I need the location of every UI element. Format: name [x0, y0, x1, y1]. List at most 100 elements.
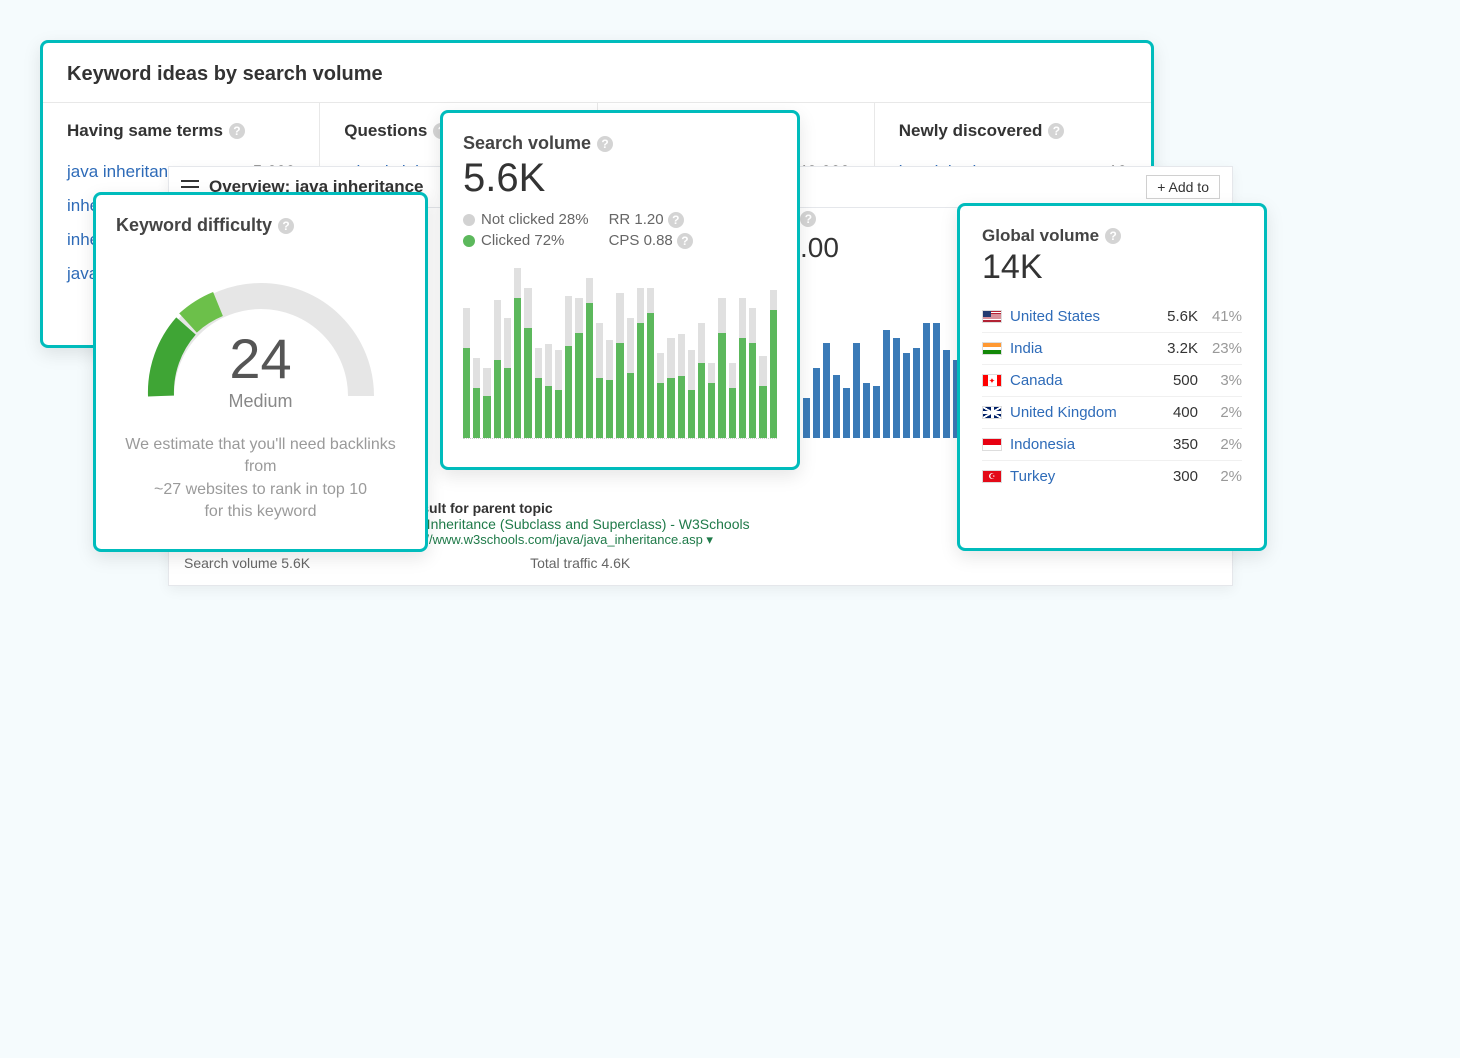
bar [823, 343, 830, 438]
global-volume-card: Global volume ? 14K United States5.6K41%… [957, 203, 1267, 551]
dot-icon [463, 235, 475, 247]
gv-title: Global volume ? [982, 226, 1242, 246]
country-row: Canada5003% [982, 365, 1242, 397]
bar [657, 353, 664, 438]
bar [688, 350, 695, 438]
bar [483, 368, 490, 438]
help-icon[interactable]: ? [1048, 123, 1064, 139]
bar [903, 353, 910, 438]
country-volume: 3.2K [1144, 340, 1198, 357]
help-icon[interactable]: ? [597, 136, 613, 152]
country-volume: 400 [1144, 404, 1198, 421]
country-row: India3.2K23% [982, 333, 1242, 365]
help-icon[interactable]: ? [677, 233, 693, 249]
bar [637, 288, 644, 438]
bar [524, 288, 531, 438]
country-row: United States5.6K41% [982, 301, 1242, 333]
bar [813, 368, 820, 438]
bar [698, 323, 705, 438]
total-traffic-meta: Total traffic 4.6K [530, 555, 630, 571]
bar [708, 363, 715, 438]
bar [647, 288, 654, 438]
help-icon[interactable]: ? [668, 212, 684, 228]
parent-topic-url[interactable]: ps://www.w3schools.com/java/java_inherit… [408, 532, 750, 548]
country-pct: 3% [1198, 372, 1242, 389]
bar [535, 348, 542, 438]
column-head: Having same terms ? [67, 121, 295, 141]
bar [863, 383, 870, 438]
sv-title: Search volume ? [463, 133, 777, 154]
bar [606, 340, 613, 438]
help-icon[interactable]: ? [800, 211, 816, 227]
bar [923, 323, 930, 438]
bar [678, 334, 685, 438]
sv-value: 5.6K [463, 156, 777, 201]
parent-topic-link[interactable]: va Inheritance (Subclass and Superclass)… [408, 516, 750, 532]
bar [803, 398, 810, 438]
bar [494, 300, 501, 438]
country-row: Indonesia3502% [982, 429, 1242, 461]
bar [616, 293, 623, 438]
country-pct: 2% [1198, 468, 1242, 485]
gv-country-table: United States5.6K41%India3.2K23%Canada50… [982, 301, 1242, 492]
country-volume: 5.6K [1144, 308, 1198, 325]
bar [843, 388, 850, 438]
search-volume-card: Search volume ? 5.6K Not clicked 28% Cli… [440, 110, 800, 470]
bar [545, 344, 552, 438]
sv-bar-chart [463, 269, 777, 439]
country-pct: 23% [1198, 340, 1242, 357]
bar [586, 278, 593, 438]
country-link[interactable]: United States [1010, 308, 1144, 325]
country-link[interactable]: United Kingdom [1010, 404, 1144, 421]
bar [933, 323, 940, 438]
bar [627, 318, 634, 438]
bar [504, 318, 511, 438]
bar [883, 330, 890, 438]
search-volume-meta: Search volume 5.6K [184, 555, 310, 571]
country-row: United Kingdom4002% [982, 397, 1242, 429]
bar [913, 348, 920, 438]
country-link[interactable]: Indonesia [1010, 436, 1144, 453]
bar [667, 338, 674, 438]
country-volume: 300 [1144, 468, 1198, 485]
column-head: Newly discovered ? [899, 121, 1127, 141]
country-link[interactable]: Turkey [1010, 468, 1144, 485]
kd-label: Medium [228, 391, 292, 412]
kd-title: Keyword difficulty ? [116, 215, 405, 236]
bar [943, 350, 950, 438]
country-pct: 2% [1198, 436, 1242, 453]
kd-score: 24 [228, 326, 292, 391]
help-icon[interactable]: ? [229, 123, 245, 139]
bottom-meta: Search volume 5.6K Total traffic 4.6K [184, 555, 630, 571]
add-to-button[interactable]: + Add to [1146, 175, 1220, 199]
help-icon[interactable]: ? [1105, 228, 1121, 244]
bar [833, 375, 840, 438]
bar [473, 358, 480, 438]
bar [729, 363, 736, 438]
bar [463, 308, 470, 438]
country-link[interactable]: India [1010, 340, 1144, 357]
traffic-bar-chart [803, 323, 960, 438]
country-pct: 2% [1198, 404, 1242, 421]
kd-gauge: 24 Medium [131, 266, 391, 406]
ideas-title: Keyword ideas by search volume [43, 63, 1151, 102]
help-icon[interactable]: ? [278, 218, 294, 234]
country-link[interactable]: Canada [1010, 372, 1144, 389]
bar [575, 298, 582, 438]
traffic-potential-value: .00 [800, 232, 839, 264]
country-row: ☪Turkey3002% [982, 461, 1242, 492]
bar [555, 350, 562, 438]
parent-topic-title: result for parent topic [408, 500, 750, 516]
bar [565, 296, 572, 438]
bar [718, 298, 725, 438]
bar [749, 308, 756, 438]
bar [739, 298, 746, 438]
bar [514, 268, 521, 438]
bar [759, 356, 766, 438]
bar [596, 323, 603, 438]
bar [770, 290, 777, 438]
kd-description: We estimate that you'll need backlinks f… [116, 434, 405, 524]
country-volume: 500 [1144, 372, 1198, 389]
country-volume: 350 [1144, 436, 1198, 453]
bar [853, 343, 860, 438]
